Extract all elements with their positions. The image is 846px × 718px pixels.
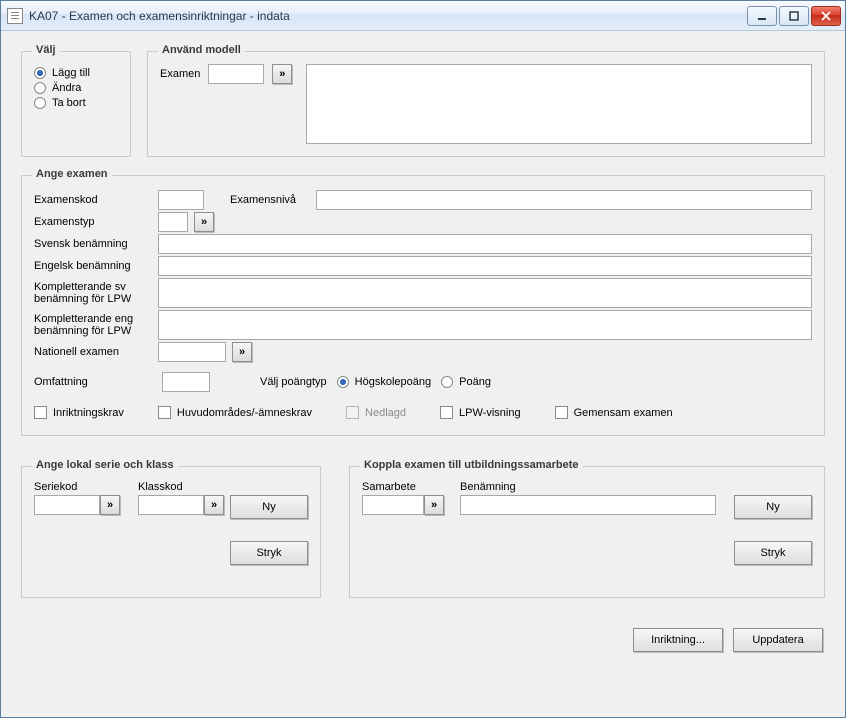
group-ange-examen: Ange examen Examenskod Examensnivå Exame… [21, 175, 825, 436]
window-title: KA07 - Examen och examensinriktningar - … [29, 9, 747, 23]
checkbox-lpw-visning[interactable]: LPW-visning [440, 406, 521, 419]
examensniva-label: Examensnivå [230, 194, 310, 206]
group-valj-legend: Välj [32, 44, 60, 56]
group-koppla-legend: Koppla examen till utbildningssamarbete [360, 459, 583, 471]
group-modell-legend: Använd modell [158, 44, 245, 56]
radio-hogskolepoang[interactable]: Högskolepoäng [337, 376, 431, 388]
omfattning-label: Omfattning [34, 376, 152, 388]
maximize-button[interactable] [779, 6, 809, 26]
kompl-en-input[interactable] [158, 310, 812, 340]
examen-label: Examen [160, 64, 200, 80]
radio-lagg-till-label: Lägg till [52, 67, 90, 79]
checkbox-inriktningskrav-label: Inriktningskrav [53, 407, 124, 419]
examenskod-input[interactable] [158, 190, 204, 210]
close-button[interactable] [811, 6, 841, 26]
nationell-lookup-button[interactable]: » [232, 342, 252, 362]
checkbox-huvudomrade-label: Huvudområdes/-ämneskrav [177, 407, 312, 419]
checkbox-icon [34, 406, 47, 419]
radio-andra[interactable]: Ändra [34, 82, 118, 94]
client-area: Välj Lägg till Ändra Ta bort Använd mode… [1, 31, 845, 717]
serie-stryk-button[interactable]: Stryk [230, 541, 308, 565]
radio-andra-label: Ändra [52, 82, 81, 94]
window-icon [7, 8, 23, 24]
checkbox-icon [440, 406, 453, 419]
checkbox-icon [346, 406, 359, 419]
radio-icon [34, 67, 46, 79]
group-anvand-modell: Använd modell Examen » [147, 51, 825, 157]
inriktning-button[interactable]: Inriktning... [633, 628, 723, 652]
omfattning-input[interactable] [162, 372, 210, 392]
engelsk-label: Engelsk benämning [34, 260, 152, 272]
radio-icon [441, 376, 453, 388]
kompl-sv-label: Kompletterande sv benämning för LPW [34, 278, 152, 305]
checkbox-lpw-label: LPW-visning [459, 407, 521, 419]
checkbox-gemensam-examen[interactable]: Gemensam examen [555, 406, 673, 419]
uppdatera-button[interactable]: Uppdatera [733, 628, 823, 652]
app-window: KA07 - Examen och examensinriktningar - … [0, 0, 846, 718]
svensk-input[interactable] [158, 234, 812, 254]
radio-icon [34, 82, 46, 94]
radio-poang-label: Poäng [459, 376, 491, 388]
radio-lagg-till[interactable]: Lägg till [34, 67, 118, 79]
engelsk-input[interactable] [158, 256, 812, 276]
nationell-input[interactable] [158, 342, 226, 362]
examen-result-box[interactable] [306, 64, 812, 144]
titlebar: KA07 - Examen och examensinriktningar - … [1, 1, 845, 31]
checkbox-nedlagd: Nedlagd [346, 406, 406, 419]
radio-icon [337, 376, 349, 388]
examen-input[interactable] [208, 64, 264, 84]
examensniva-input[interactable] [316, 190, 812, 210]
nationell-label: Nationell examen [34, 346, 152, 358]
radio-hp-label: Högskolepoäng [355, 376, 431, 388]
kompl-sv-input[interactable] [158, 278, 812, 308]
klasskod-lookup-button[interactable]: » [204, 495, 224, 515]
seriekod-input[interactable] [34, 495, 100, 515]
checkbox-icon [555, 406, 568, 419]
samarbete-input[interactable] [362, 495, 424, 515]
svensk-label: Svensk benämning [34, 238, 152, 250]
koppla-stryk-button[interactable]: Stryk [734, 541, 812, 565]
group-lokal-serie: Ange lokal serie och klass Seriekod » Kl… [21, 466, 321, 598]
examenskod-label: Examenskod [34, 194, 152, 206]
kompl-en-label: Kompletterande eng benämning för LPW [34, 310, 152, 337]
seriekod-label: Seriekod [34, 481, 122, 493]
checkbox-nedlagd-label: Nedlagd [365, 407, 406, 419]
samarbete-label: Samarbete [362, 481, 446, 493]
radio-ta-bort[interactable]: Ta bort [34, 97, 118, 109]
minimize-button[interactable] [747, 6, 777, 26]
radio-icon [34, 97, 46, 109]
klasskod-label: Klasskod [138, 481, 226, 493]
checkbox-gemensam-label: Gemensam examen [574, 407, 673, 419]
checkbox-huvudomrade[interactable]: Huvudområdes/-ämneskrav [158, 406, 312, 419]
group-valj: Välj Lägg till Ändra Ta bort [21, 51, 131, 157]
seriekod-lookup-button[interactable]: » [100, 495, 120, 515]
group-ange-legend: Ange examen [32, 168, 112, 180]
klasskod-input[interactable] [138, 495, 204, 515]
benamning-label: Benämning [460, 481, 716, 493]
radio-ta-bort-label: Ta bort [52, 97, 86, 109]
checkbox-icon [158, 406, 171, 419]
group-serie-legend: Ange lokal serie och klass [32, 459, 178, 471]
radio-poang[interactable]: Poäng [441, 376, 491, 388]
benamning-input[interactable] [460, 495, 716, 515]
group-koppla-utbildningssamarbete: Koppla examen till utbildningssamarbete … [349, 466, 825, 598]
valj-poangtyp-label: Välj poängtyp [260, 376, 327, 388]
examen-lookup-button[interactable]: » [272, 64, 292, 84]
examenstyp-label: Examenstyp [34, 216, 152, 228]
checkbox-inriktningskrav[interactable]: Inriktningskrav [34, 406, 124, 419]
serie-ny-button[interactable]: Ny [230, 495, 308, 519]
samarbete-lookup-button[interactable]: » [424, 495, 444, 515]
koppla-ny-button[interactable]: Ny [734, 495, 812, 519]
examenstyp-lookup-button[interactable]: » [194, 212, 214, 232]
examenstyp-input[interactable] [158, 212, 188, 232]
